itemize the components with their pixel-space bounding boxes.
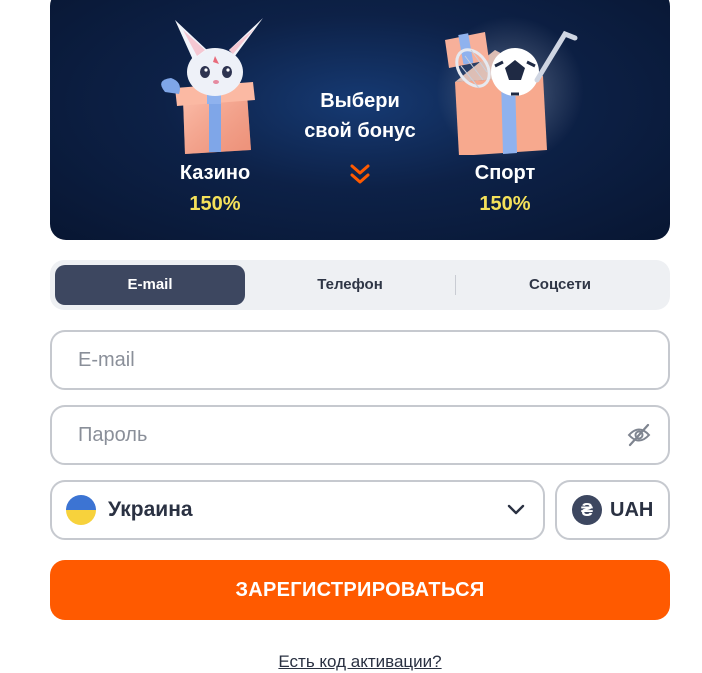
casino-title: Казино: [179, 162, 251, 184]
tab-social[interactable]: Соцсети: [460, 265, 660, 305]
password-field[interactable]: [78, 407, 618, 463]
chevron-down-icon: [507, 504, 525, 515]
country-select[interactable]: Украина: [50, 480, 545, 540]
currency-label: UAH: [610, 499, 654, 521]
casino-percent: 150%: [189, 193, 241, 215]
register-button[interactable]: ЗАРЕГИСТРИРОВАТЬСЯ: [50, 560, 670, 620]
choose-bonus-text: Выбери свой бонус: [295, 86, 425, 146]
hryvnia-icon: ₴: [572, 495, 602, 525]
activation-code-link[interactable]: Есть код активации?: [50, 652, 670, 672]
gift-ball-icon: [445, 30, 578, 155]
sport-title: Спорт: [474, 162, 536, 184]
password-field-wrapper: [50, 405, 670, 465]
choose-bonus-line1: Выбери: [320, 90, 400, 112]
eye-off-icon[interactable]: [626, 422, 652, 448]
ukraine-flag-icon: [66, 495, 96, 525]
choose-bonus-line2: свой бонус: [304, 120, 416, 142]
email-field-wrapper: [50, 330, 670, 390]
tab-phone[interactable]: Телефон: [255, 265, 445, 305]
country-label: Украина: [108, 498, 193, 521]
email-field[interactable]: [78, 332, 618, 388]
registration-method-tabs: E-mail Телефон Соцсети: [50, 260, 670, 310]
double-chevron-down-icon[interactable]: [346, 162, 374, 186]
bonus-banner: Казино 150% Выбери свой бонус Спорт 150%: [50, 0, 670, 240]
sport-percent: 150%: [479, 193, 531, 215]
tab-email[interactable]: E-mail: [55, 265, 245, 305]
gift-fox-icon: [161, 18, 263, 154]
currency-select[interactable]: ₴ UAH: [555, 480, 670, 540]
tab-divider: [455, 275, 456, 295]
